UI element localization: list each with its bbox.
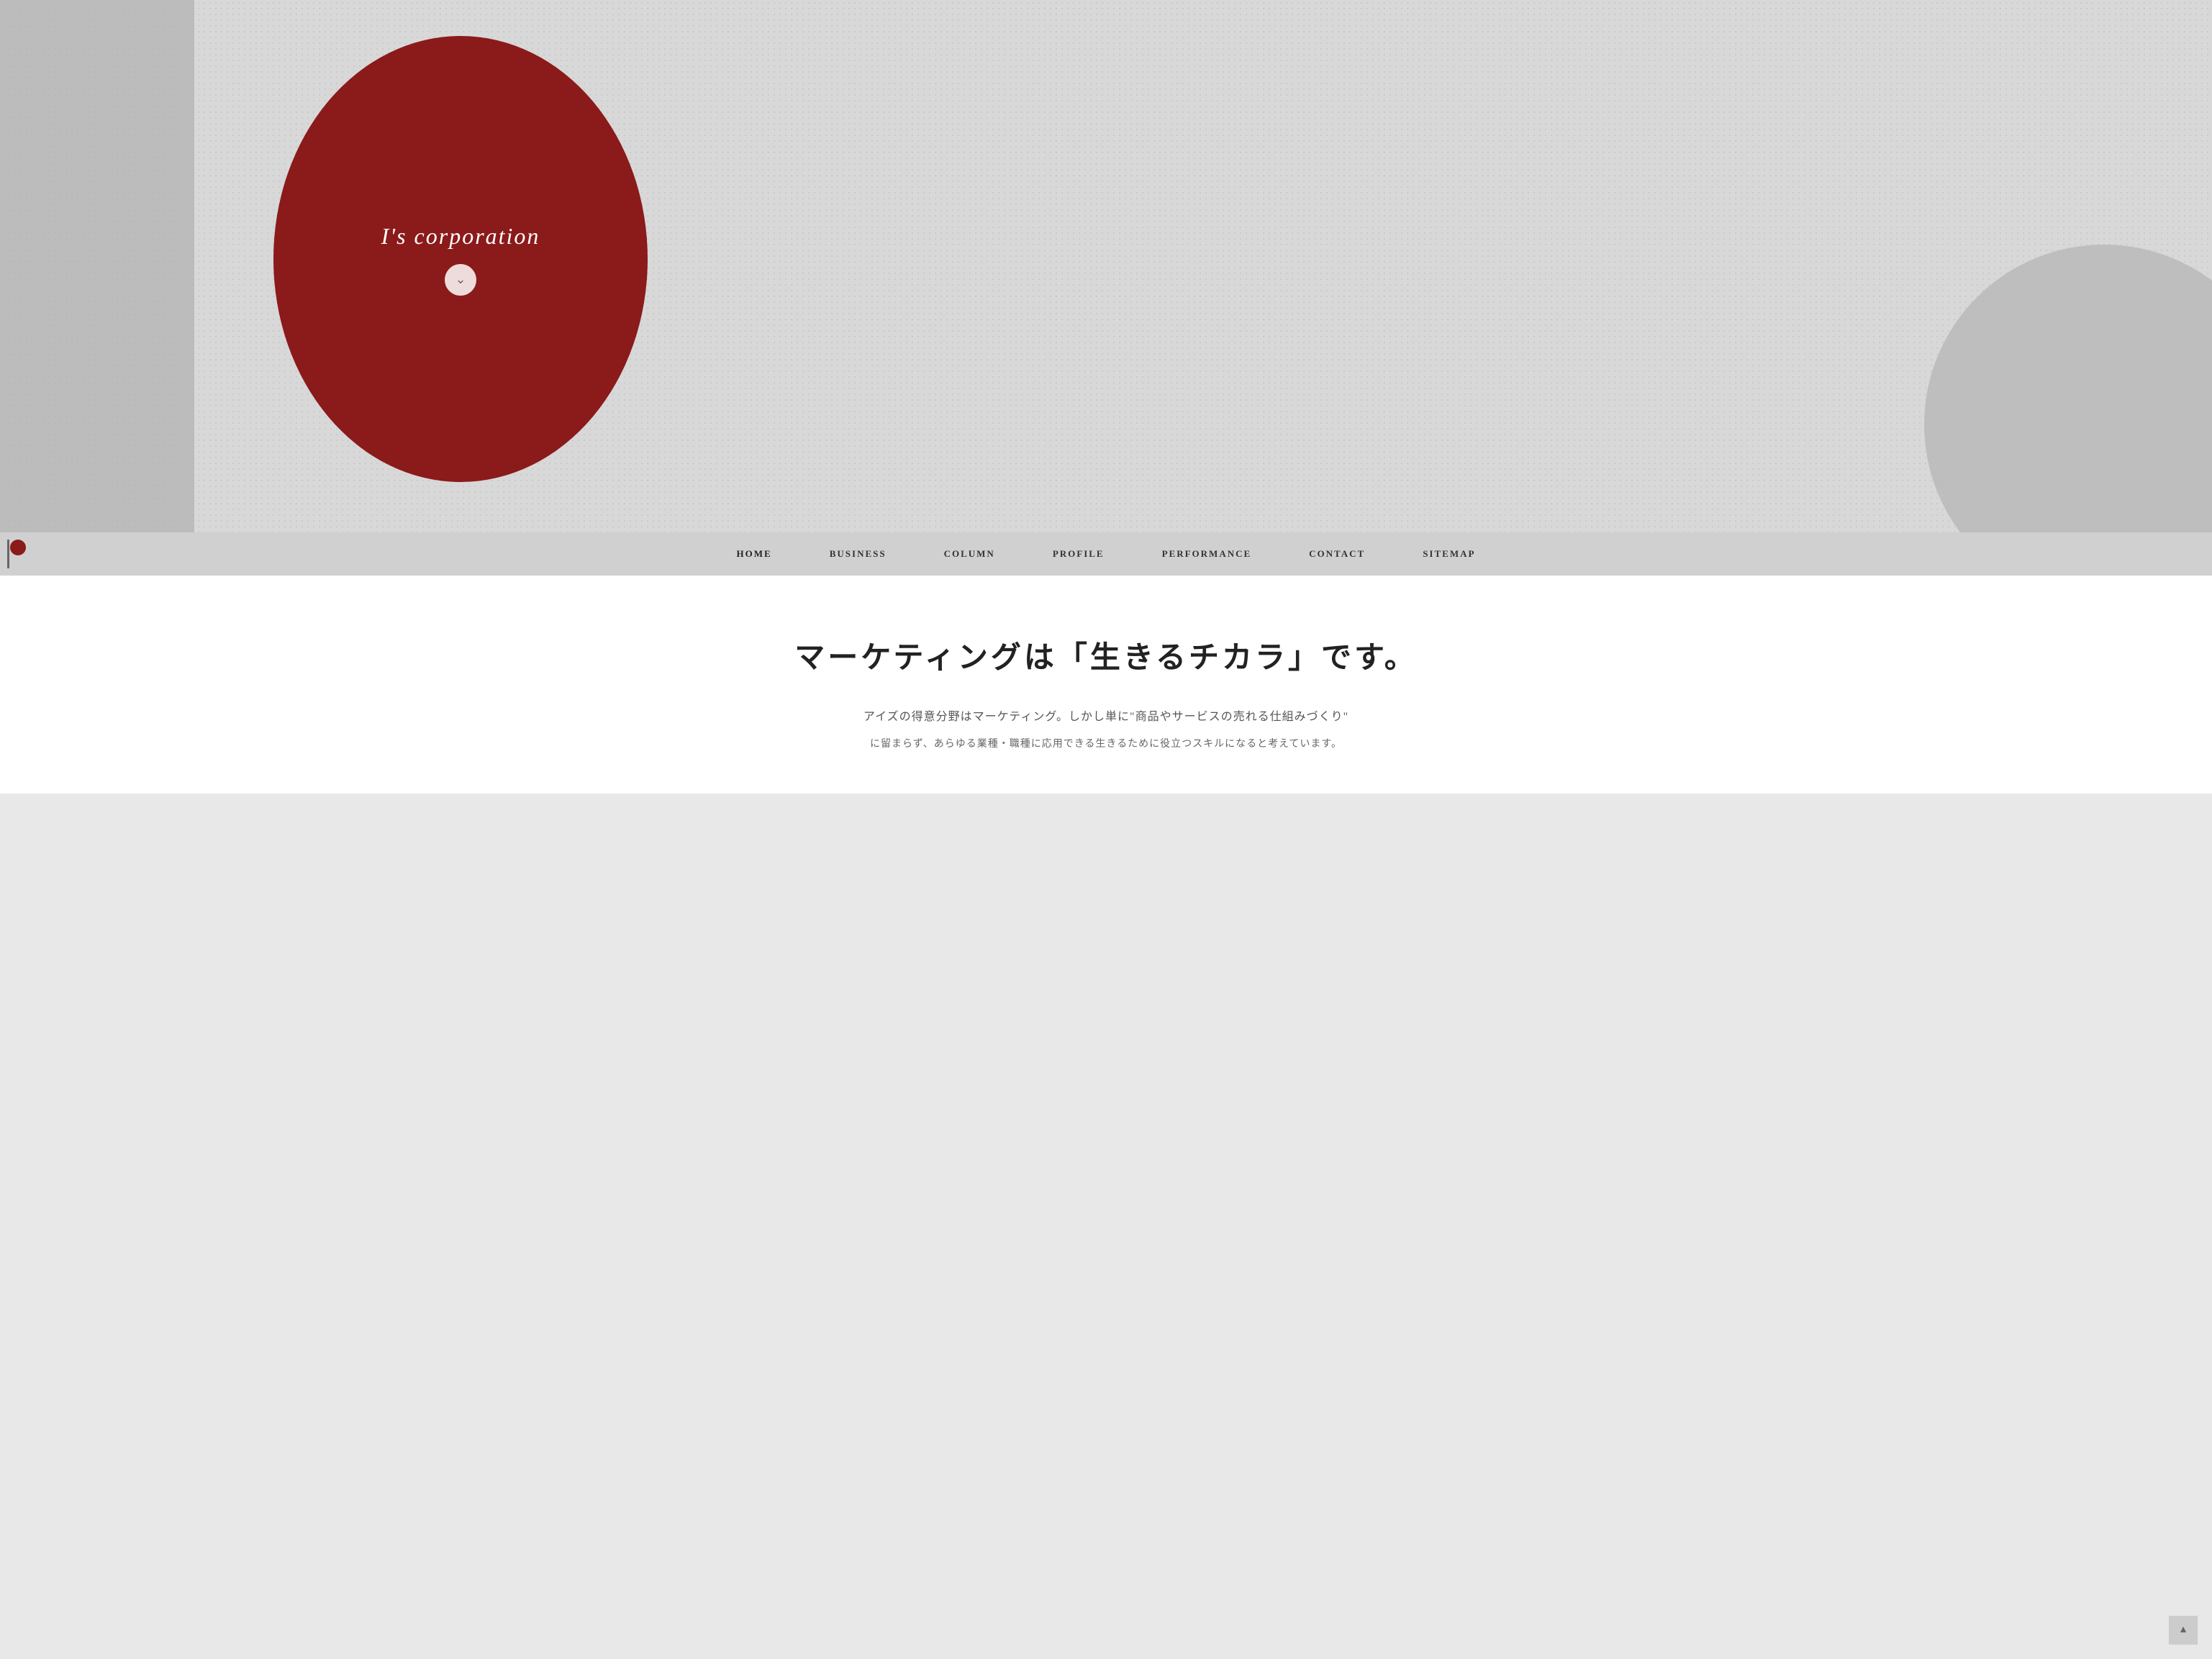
hero-title: I's corporation bbox=[381, 223, 540, 250]
nav-item-column[interactable]: COLUMN bbox=[944, 548, 995, 560]
logo[interactable] bbox=[7, 540, 29, 568]
nav-item-contact[interactable]: CONTACT bbox=[1309, 548, 1365, 560]
main-title: マーケティングは「生きるチカラ」です。 bbox=[29, 633, 2183, 677]
hero-left-decoration bbox=[0, 0, 194, 532]
hero-bottom-circle bbox=[1924, 245, 2212, 532]
hero-section: I's corporation ⌄ bbox=[0, 0, 2212, 532]
nav-item-performance[interactable]: PERFORMANCE bbox=[1162, 548, 1252, 560]
content-section: マーケティングは「生きるチカラ」です。 アイズの得意分野はマーケティング。しかし… bbox=[0, 576, 2212, 794]
logo-line bbox=[7, 540, 9, 568]
logo-circle bbox=[10, 540, 26, 555]
navbar: HOME BUSINESS COLUMN PROFILE PERFORMANCE… bbox=[0, 532, 2212, 576]
scroll-down-button[interactable]: ⌄ bbox=[445, 264, 476, 296]
nav-item-sitemap[interactable]: SITEMAP bbox=[1423, 548, 1475, 560]
nav-menu: HOME BUSINESS COLUMN PROFILE PERFORMANCE… bbox=[737, 548, 1476, 560]
nav-item-home[interactable]: HOME bbox=[737, 548, 772, 560]
description-text: に留まらず、あらゆる業種・職種に応用できる生きるために役立つスキルになると考えて… bbox=[29, 736, 2183, 750]
nav-item-profile[interactable]: PROFILE bbox=[1053, 548, 1105, 560]
nav-item-business[interactable]: BUSINESS bbox=[830, 548, 887, 560]
hero-main-circle: I's corporation ⌄ bbox=[273, 36, 648, 482]
subtitle-text: アイズの得意分野はマーケティング。しかし単に"商品やサービスの売れる仕組みづくり… bbox=[29, 706, 2183, 729]
scroll-to-top-button[interactable] bbox=[2169, 1616, 2198, 1645]
